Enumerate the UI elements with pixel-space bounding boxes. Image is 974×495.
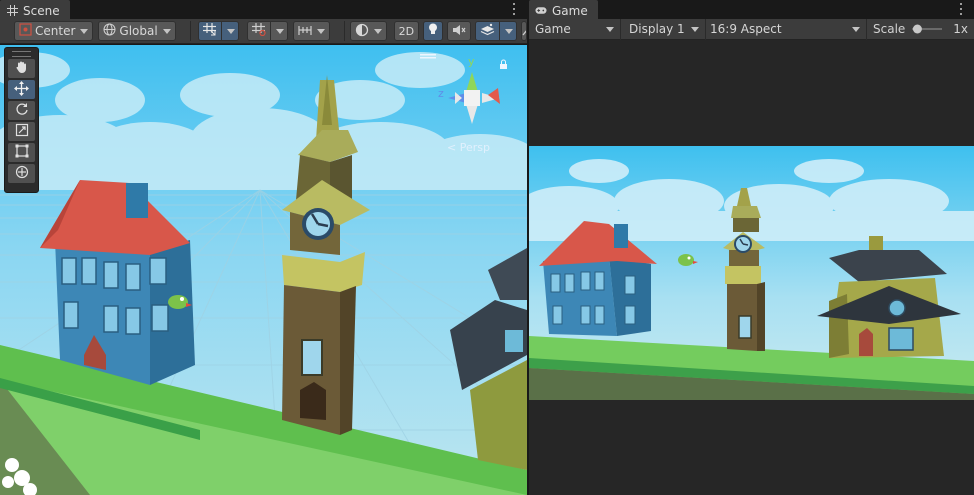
chevron-down-icon	[80, 28, 89, 34]
tab-game[interactable]: Game	[529, 0, 598, 19]
tab-scene-label: Scene	[23, 3, 60, 18]
tab-game-label: Game	[552, 3, 588, 18]
effects-dropdown[interactable]	[500, 21, 518, 41]
grid-snapping-button[interactable]	[247, 21, 272, 41]
scene-tab-strip: Scene	[0, 0, 527, 19]
rotate-tool[interactable]	[8, 101, 35, 120]
game-more-menu-icon[interactable]	[959, 3, 963, 15]
lightbulb-icon	[428, 23, 438, 39]
globe-icon	[103, 23, 116, 39]
move-tool[interactable]	[8, 80, 35, 99]
grid-snapping-icon	[252, 23, 266, 39]
game-panel	[529, 40, 974, 495]
draw-mode-dropdown[interactable]	[349, 21, 387, 41]
mode-2d-label: 2D	[398, 24, 415, 38]
scene-toolbar: Center Global 2D	[0, 19, 528, 44]
transform-icon	[15, 165, 29, 182]
gamepad-icon	[535, 5, 547, 17]
shading-sphere-icon	[355, 23, 369, 40]
gizmo-drag-handle[interactable]	[420, 54, 436, 56]
effects-toggle[interactable]	[475, 21, 501, 41]
grid-snapping-dropdown[interactable]	[271, 21, 289, 41]
lighting-toggle[interactable]	[423, 21, 444, 41]
unity-editor: Scene Game Center Global 2D Game Display…	[0, 0, 974, 495]
scale-slider[interactable]	[911, 23, 943, 35]
scale-icon	[15, 123, 29, 140]
chevron-down-icon	[373, 28, 382, 34]
move-arrows-icon	[14, 80, 29, 99]
grid-visibility-dropdown[interactable]	[222, 21, 240, 41]
audio-toggle[interactable]	[447, 21, 472, 41]
chevron-down-icon	[852, 26, 860, 32]
chevron-down-icon	[162, 28, 171, 34]
projection-label[interactable]: < Persp	[447, 141, 490, 154]
scale-label: Scale	[873, 22, 906, 36]
pivot-center-icon	[19, 23, 32, 39]
rect-transform-icon	[15, 144, 29, 161]
game-tab-strip: Game	[529, 0, 974, 19]
grid-snap-icon	[203, 23, 217, 39]
projection-text: Persp	[459, 141, 490, 154]
scene-viewport[interactable]: y z < Persp	[0, 45, 527, 495]
aspect-dropdown[interactable]: 16:9 Aspect	[706, 18, 867, 40]
scene-render	[0, 45, 527, 495]
hand-icon	[15, 60, 29, 77]
tab-scene[interactable]: Scene	[0, 0, 70, 19]
chevron-down-icon	[227, 28, 236, 34]
hand-tool[interactable]	[8, 59, 35, 78]
transform-tool[interactable]	[8, 164, 35, 183]
effects-layers-icon	[480, 23, 495, 39]
space-mode-dropdown[interactable]: Global	[98, 21, 176, 41]
scale-tool[interactable]	[8, 122, 35, 141]
scale-value: 1x	[953, 22, 969, 36]
rect-tool[interactable]	[8, 143, 35, 162]
grid-snapping-control	[247, 21, 289, 41]
gizmo-y-label: y	[468, 55, 475, 68]
rotate-icon	[15, 102, 29, 119]
increment-snap-dropdown[interactable]	[293, 21, 331, 41]
grid-visibility-button[interactable]	[198, 21, 223, 41]
scale-slider-thumb[interactable]	[913, 24, 923, 34]
game-view-dropdown[interactable]: Game	[529, 18, 621, 40]
display-label: Display 1	[629, 22, 685, 36]
mode-2d-toggle[interactable]: 2D	[393, 21, 420, 41]
tool-palette	[4, 47, 39, 193]
pivot-mode-label: Center	[35, 24, 76, 38]
speaker-mute-icon	[452, 24, 466, 39]
pivot-mode-dropdown[interactable]: Center	[14, 21, 94, 41]
chevron-down-icon	[606, 26, 614, 32]
scale-control: Scale 1x	[867, 19, 968, 40]
effects-control	[475, 21, 518, 41]
ruler-icon	[298, 24, 312, 39]
chevron-down-icon	[276, 28, 285, 34]
tool-palette-grip[interactable]	[12, 51, 31, 57]
space-mode-label: Global	[119, 24, 158, 38]
chevron-down-icon	[505, 28, 514, 34]
aspect-label: 16:9 Aspect	[710, 22, 782, 36]
grid-icon	[6, 5, 18, 17]
chevron-down-icon	[317, 28, 326, 34]
game-viewport[interactable]	[529, 146, 974, 400]
gizmo-z-label: z	[438, 87, 444, 100]
grid-visibility-control	[198, 21, 240, 41]
display-dropdown[interactable]: Display 1	[621, 18, 706, 40]
game-render	[529, 146, 974, 400]
chevron-down-icon	[691, 26, 699, 32]
game-toolbar: Game Display 1 16:9 Aspect Scale 1x	[529, 18, 974, 40]
game-view-label: Game	[535, 22, 571, 36]
scene-more-menu-icon[interactable]	[512, 3, 516, 15]
